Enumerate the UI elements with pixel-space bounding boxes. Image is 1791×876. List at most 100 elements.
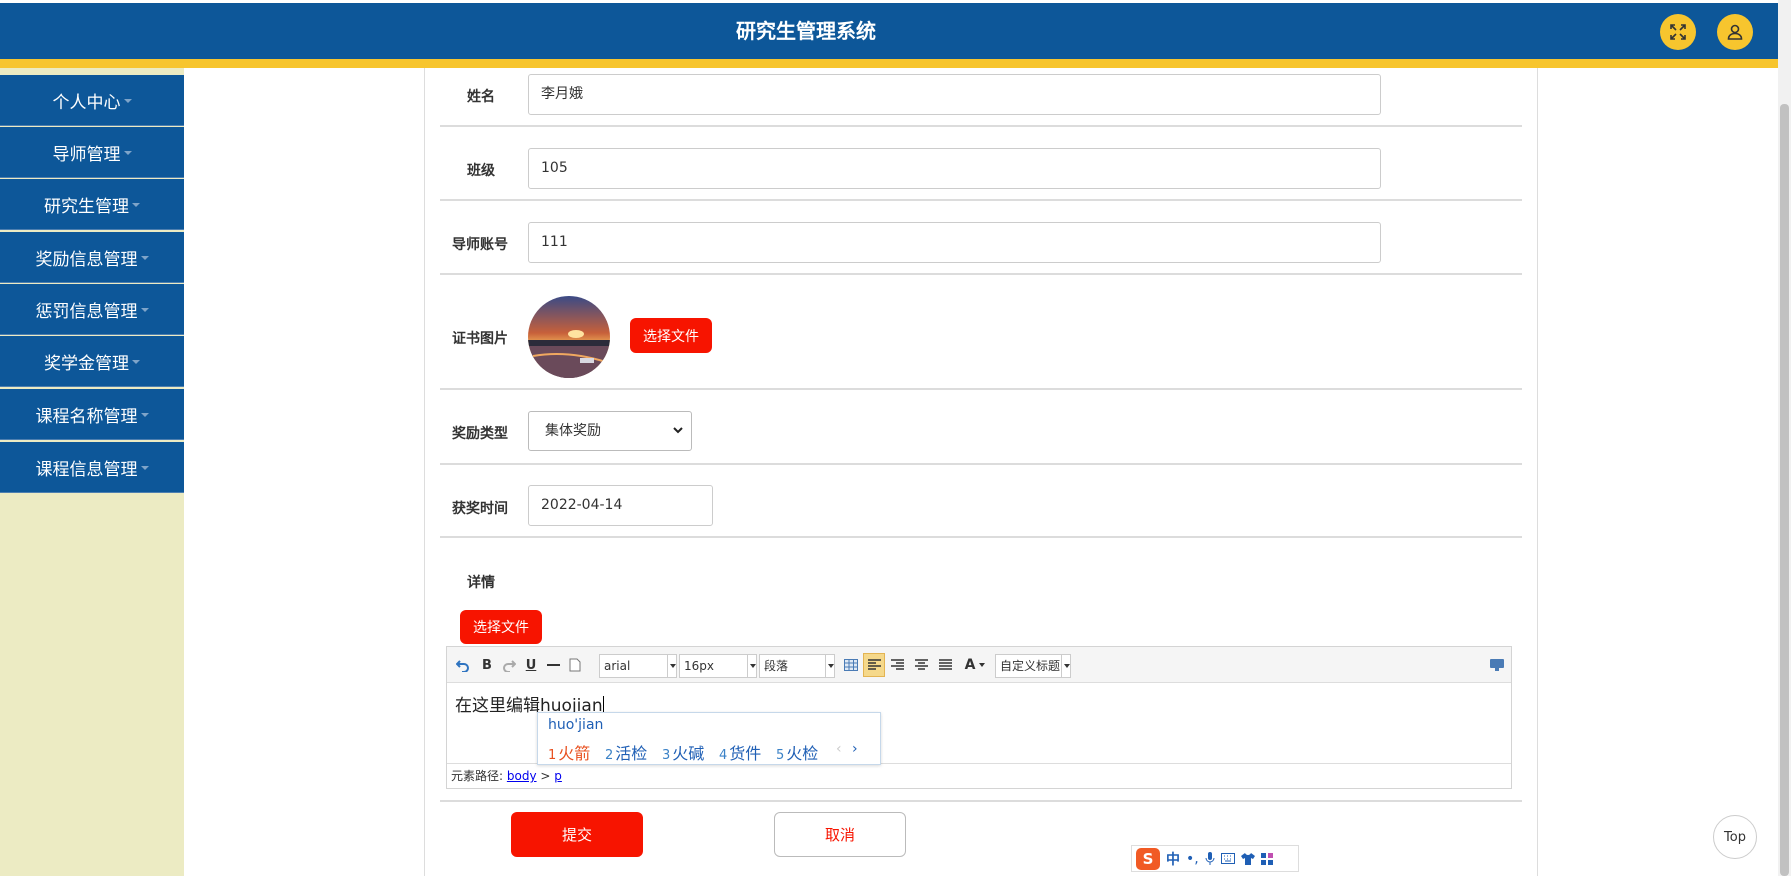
name-input[interactable]: 李月娥 (528, 74, 1381, 115)
caret-down-icon (132, 203, 140, 207)
details-label: 详情 (467, 575, 495, 591)
ime-candidate-3[interactable]: 3 火碱 (662, 740, 704, 764)
sidebar-item-course-name[interactable]: 课程名称管理 (0, 389, 184, 440)
font-family-value: arial (604, 659, 631, 673)
redo-icon (503, 660, 516, 672)
header-accent-stripe (0, 59, 1778, 68)
page-root: 研究生管理系统 个人中心 导师管理 研究生管理 奖励信息管理 惩罚信息管理 奖学… (0, 0, 1791, 876)
ime-candidate-2[interactable]: 2 活检 (605, 740, 647, 764)
toolbox-grid-icon[interactable] (1260, 852, 1273, 865)
ime-candidate-5[interactable]: 5 火检 (776, 740, 818, 764)
undo-button[interactable] (453, 653, 473, 677)
align-right-icon (890, 659, 904, 670)
candidate-number: 5 (776, 748, 785, 763)
punctuation-icon[interactable]: •, (1186, 851, 1199, 867)
microphone-icon[interactable] (1205, 851, 1215, 866)
paragraph-select[interactable]: 段落 (759, 654, 835, 678)
sidebar-item-graduate-management[interactable]: 研究生管理 (0, 179, 184, 230)
element-path-body-link[interactable]: body (507, 769, 537, 783)
candidate-text: 火箭 (558, 744, 591, 763)
fullscreen-button[interactable] (1660, 14, 1696, 50)
fullscreen-icon (1670, 24, 1686, 40)
sidebar-item-label: 惩罚信息管理 (35, 301, 138, 322)
align-center-icon (914, 659, 928, 670)
sogou-logo-icon[interactable]: S (1136, 847, 1160, 870)
back-to-top-button[interactable]: Top (1713, 815, 1757, 859)
submit-button[interactable]: 提交 (511, 812, 643, 857)
skin-shirt-icon[interactable] (1240, 852, 1255, 865)
row-divider (440, 125, 1522, 127)
scrollbar-thumb[interactable] (1780, 104, 1789, 876)
candidate-text: 火碱 (672, 744, 705, 763)
align-justify-icon (938, 659, 952, 670)
candidate-number: 4 (719, 748, 728, 763)
user-button[interactable] (1717, 14, 1753, 50)
page-scrollbar[interactable] (1778, 0, 1791, 876)
class-input[interactable]: 105 (528, 148, 1381, 189)
sidebar-item-label: 研究生管理 (44, 196, 129, 217)
candidate-number: 1 (548, 748, 557, 763)
caret-down-icon (132, 360, 140, 364)
keyboard-icon[interactable] (1220, 853, 1235, 864)
ime-prev-page-icon[interactable]: ‹ (836, 741, 842, 757)
class-label: 班级 (467, 163, 495, 179)
element-path-p-link[interactable]: p (554, 769, 562, 783)
award-time-input[interactable]: 2022-04-14 (528, 485, 713, 526)
font-family-select[interactable]: arial (599, 654, 677, 678)
caret-down-icon (123, 99, 132, 103)
sidebar-item-personal-center[interactable]: 个人中心 (0, 75, 184, 126)
cancel-button[interactable]: 取消 (774, 812, 906, 857)
font-size-select[interactable]: 16px (679, 654, 757, 678)
ime-status-bar: S 中 •, (1131, 845, 1299, 872)
monitor-icon (1490, 659, 1504, 671)
font-size-value: 16px (684, 659, 714, 673)
horizontal-rule-button[interactable] (543, 653, 563, 677)
caret-down-icon (123, 151, 132, 155)
row-divider (440, 800, 1522, 802)
candidate-number: 3 (662, 748, 671, 763)
fullscreen-editor-button[interactable] (1489, 653, 1505, 677)
sidebar-item-reward-info[interactable]: 奖励信息管理 (0, 232, 184, 283)
tutor-account-input[interactable]: 111 (528, 222, 1381, 263)
app-title: 研究生管理系统 (736, 19, 876, 43)
underline-button[interactable]: U (521, 653, 541, 677)
align-left-button[interactable] (863, 653, 885, 677)
details-choose-file-button[interactable]: 选择文件 (460, 610, 542, 644)
bold-button[interactable]: B (477, 653, 497, 677)
caret-down-icon (140, 413, 149, 417)
sidebar-item-label: 奖学金管理 (44, 353, 129, 374)
sidebar-item-tutor-management[interactable]: 导师管理 (0, 127, 184, 178)
ime-next-page-icon[interactable]: › (852, 741, 858, 757)
ime-candidate-4[interactable]: 4 货件 (719, 740, 761, 764)
new-page-button[interactable] (565, 653, 585, 677)
ime-composition: huo'jian (548, 717, 604, 733)
align-right-button[interactable] (887, 653, 907, 677)
row-divider (440, 388, 1522, 390)
undo-icon (456, 660, 469, 672)
paragraph-value: 段落 (764, 659, 789, 673)
align-justify-button[interactable] (935, 653, 955, 677)
font-color-icon: A (964, 657, 976, 673)
chevron-down-icon (673, 427, 683, 434)
sidebar-item-scholarship[interactable]: 奖学金管理 (0, 336, 184, 387)
candidate-text: 活检 (615, 744, 648, 763)
reward-type-select[interactable]: 集体奖励 (528, 411, 692, 451)
underline-icon: U (525, 657, 537, 673)
align-center-button[interactable] (911, 653, 931, 677)
certificate-label: 证书图片 (452, 331, 508, 347)
caret-down-icon (140, 308, 149, 312)
user-icon (1727, 24, 1743, 40)
sidebar-item-punishment-info[interactable]: 惩罚信息管理 (0, 284, 184, 335)
table-button[interactable] (841, 653, 861, 677)
certificate-choose-file-button[interactable]: 选择文件 (630, 318, 712, 353)
sidebar-item-label: 课程名称管理 (35, 406, 138, 427)
custom-title-select[interactable]: 自定义标题 (995, 654, 1071, 678)
ime-language-toggle[interactable]: 中 (1166, 849, 1180, 869)
caret-down-icon (140, 466, 149, 470)
font-color-button[interactable]: A (961, 653, 989, 677)
element-path-separator: > (540, 769, 551, 783)
redo-button[interactable] (499, 653, 519, 677)
sidebar-item-course-info[interactable]: 课程信息管理 (0, 442, 184, 493)
ime-candidate-1[interactable]: 1 火箭 (548, 740, 590, 764)
name-label: 姓名 (467, 89, 495, 105)
